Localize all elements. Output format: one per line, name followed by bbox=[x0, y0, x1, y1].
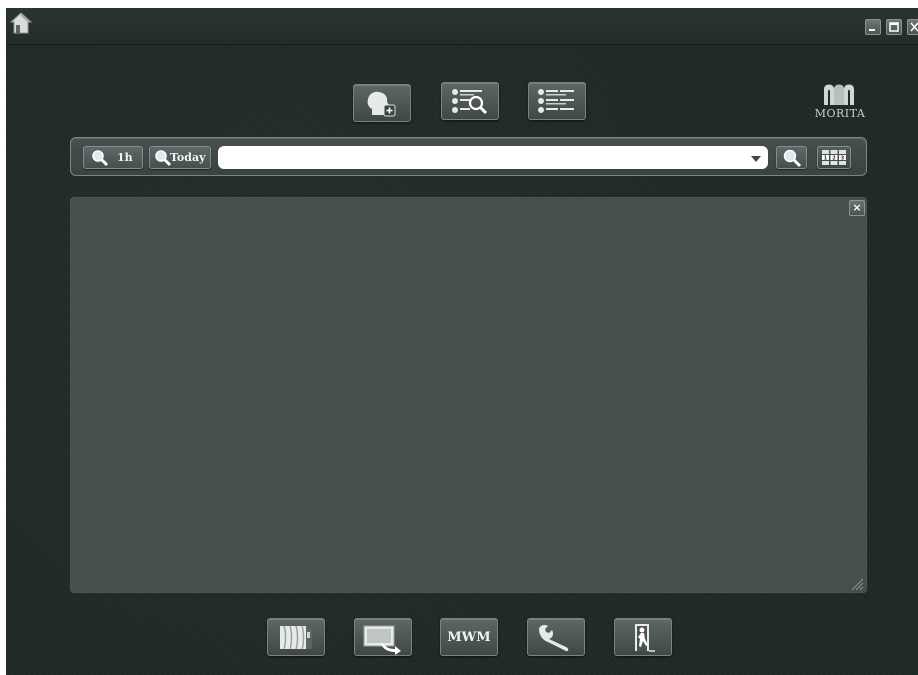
close-window-button[interactable] bbox=[907, 19, 918, 35]
settings-button[interactable] bbox=[527, 618, 585, 656]
magnifier-icon bbox=[783, 149, 802, 168]
maximize-button[interactable] bbox=[886, 19, 902, 35]
patient-list-search-icon bbox=[452, 89, 488, 115]
search-last-hour-button[interactable]: 1h bbox=[83, 146, 143, 169]
mwm-label: MWM bbox=[447, 630, 491, 645]
resize-grip-icon[interactable] bbox=[850, 577, 864, 591]
wrench-icon bbox=[539, 625, 569, 652]
exit-button[interactable] bbox=[614, 618, 672, 656]
film-button[interactable] bbox=[267, 618, 325, 656]
number-grid-button[interactable]: 1 2 3 bbox=[817, 146, 851, 169]
grid-digit-1: 1 bbox=[824, 156, 828, 162]
patient-search-button[interactable] bbox=[441, 82, 499, 120]
import-image-button[interactable] bbox=[354, 618, 412, 656]
film-icon bbox=[280, 625, 312, 650]
results-panel: × bbox=[70, 197, 867, 593]
minimize-icon bbox=[869, 29, 875, 31]
search-today-button[interactable]: Today bbox=[149, 146, 211, 169]
close-icon bbox=[910, 22, 918, 32]
exit-door-icon bbox=[635, 624, 655, 652]
search-bar: 1h Today 1 2 3 bbox=[70, 137, 867, 176]
mwm-button[interactable]: MWM bbox=[440, 618, 498, 656]
grid-digit-3: 3 bbox=[841, 156, 845, 162]
panel-close-button[interactable]: × bbox=[849, 200, 865, 216]
patient-list-button[interactable] bbox=[528, 82, 586, 120]
logo-text: MORITA bbox=[814, 107, 866, 120]
search-today-label: Today bbox=[170, 151, 206, 164]
search-go-button[interactable] bbox=[776, 146, 807, 169]
minimize-button[interactable] bbox=[865, 19, 881, 35]
dropdown-arrow-icon[interactable] bbox=[751, 156, 761, 162]
search-last-hour-label: 1h bbox=[117, 151, 133, 164]
new-patient-button[interactable] bbox=[353, 84, 411, 122]
number-grid-icon: 1 2 3 bbox=[822, 150, 846, 165]
morita-logo: MORITA bbox=[814, 79, 866, 123]
magnifier-icon bbox=[92, 150, 109, 167]
new-patient-head-icon bbox=[367, 91, 396, 117]
morita-logo-icon bbox=[824, 84, 854, 105]
search-input[interactable] bbox=[218, 146, 768, 169]
import-image-icon bbox=[363, 625, 401, 655]
grid-digit-2: 2 bbox=[832, 156, 836, 162]
patient-list-icon bbox=[538, 89, 574, 113]
maximize-icon bbox=[889, 22, 899, 32]
title-bar bbox=[6, 8, 918, 45]
home-icon[interactable] bbox=[8, 10, 34, 36]
app-window: MORITA 1h Today 1 2 3 × MWM bbox=[6, 8, 918, 675]
